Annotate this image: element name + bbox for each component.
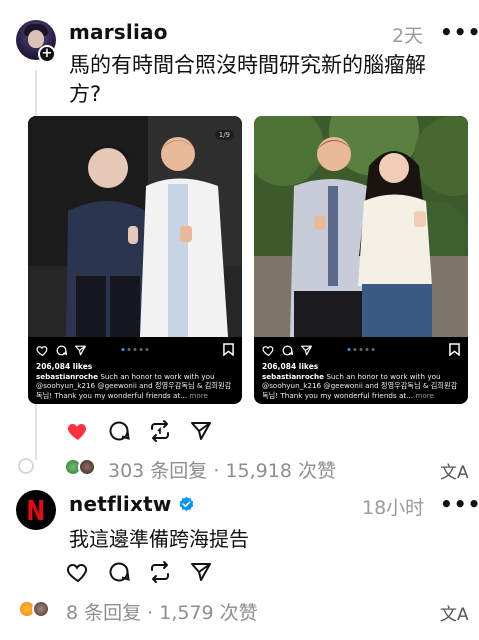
post2-more-options-icon[interactable]: ••• — [440, 492, 479, 516]
photo-counter: 1/9 — [214, 130, 234, 140]
post2-username[interactable]: netflixtw — [69, 492, 172, 516]
instagram-card-1[interactable]: 1/9 206,084 likes sebastianroche Such an… — [28, 116, 242, 404]
ig-bookmark-icon — [223, 343, 234, 356]
translate-icon[interactable]: 文A — [440, 600, 469, 625]
post2-time: 18小时 — [362, 497, 425, 519]
ig-likes: 206,084 likes — [262, 362, 319, 371]
ig-heart-icon — [36, 345, 48, 356]
avatar-netflixtw[interactable]: N — [16, 490, 56, 530]
translate-icon[interactable]: 文A — [440, 458, 469, 483]
share-icon[interactable] — [189, 419, 213, 443]
share-icon[interactable] — [189, 560, 213, 584]
ig-comment-icon — [282, 345, 294, 355]
post2-header: netflixtw — [69, 492, 195, 516]
follow-plus-icon[interactable]: + — [38, 45, 56, 63]
carousel-dots — [347, 348, 375, 351]
verified-icon — [179, 496, 193, 511]
ig-likes: 206,084 likes — [36, 362, 93, 371]
ig-share-icon — [75, 345, 86, 355]
ig-heart-icon — [262, 345, 274, 356]
instagram-card-2[interactable]: 206,084 likes sebastianroche Such an hon… — [254, 116, 468, 404]
instagram-card-1-footer: 206,084 likes sebastianroche Such an hon… — [28, 337, 242, 404]
post2-actions — [66, 560, 213, 584]
photo-1: 1/9 — [28, 116, 242, 337]
ig-caption-more: more — [413, 390, 434, 400]
ig-caption: sebastianroche Such an honor to work wit… — [262, 372, 458, 400]
comment-icon[interactable] — [107, 419, 131, 443]
post2-text: 我這邊準備跨海提告 — [69, 527, 249, 551]
photo-2-image — [254, 116, 468, 337]
carousel-dots — [121, 348, 149, 351]
ig-caption: sebastianroche Such an honor to work wit… — [36, 372, 232, 400]
more-options-icon[interactable]: ••• — [440, 20, 479, 44]
heart-icon[interactable] — [66, 419, 90, 443]
ig-caption-user: sebastianroche — [36, 372, 99, 381]
post-username[interactable]: marsliao — [69, 20, 168, 44]
repost-icon[interactable] — [148, 560, 172, 584]
netflix-logo-icon: N — [26, 493, 46, 527]
ig-bookmark-icon — [449, 343, 460, 356]
ig-comment-icon — [56, 345, 68, 355]
post1-actions — [66, 419, 213, 443]
photo-2 — [254, 116, 468, 337]
replier-avatar-2 — [78, 458, 96, 476]
ig-share-icon — [301, 345, 312, 355]
ig-caption-more: more — [187, 390, 208, 400]
repost-icon[interactable] — [148, 419, 172, 443]
post2-stats[interactable]: 8 条回复 · 1,579 次赞 — [66, 598, 258, 625]
replier-avatar-4 — [32, 600, 50, 618]
heart-icon[interactable] — [66, 560, 90, 584]
ig-caption-user: sebastianroche — [262, 372, 325, 381]
comment-icon[interactable] — [107, 560, 131, 584]
photo-1-image — [28, 116, 242, 337]
post-text: 馬的有時間合照沒時間研究新的腦瘤解方? — [69, 53, 426, 106]
post-time: 2天 — [392, 25, 424, 47]
post1-stats[interactable]: 303 条回复 · 15,918 次赞 — [108, 456, 336, 483]
instagram-card-2-footer: 206,084 likes sebastianroche Such an hon… — [254, 337, 468, 404]
thread-end-circle — [18, 458, 34, 474]
